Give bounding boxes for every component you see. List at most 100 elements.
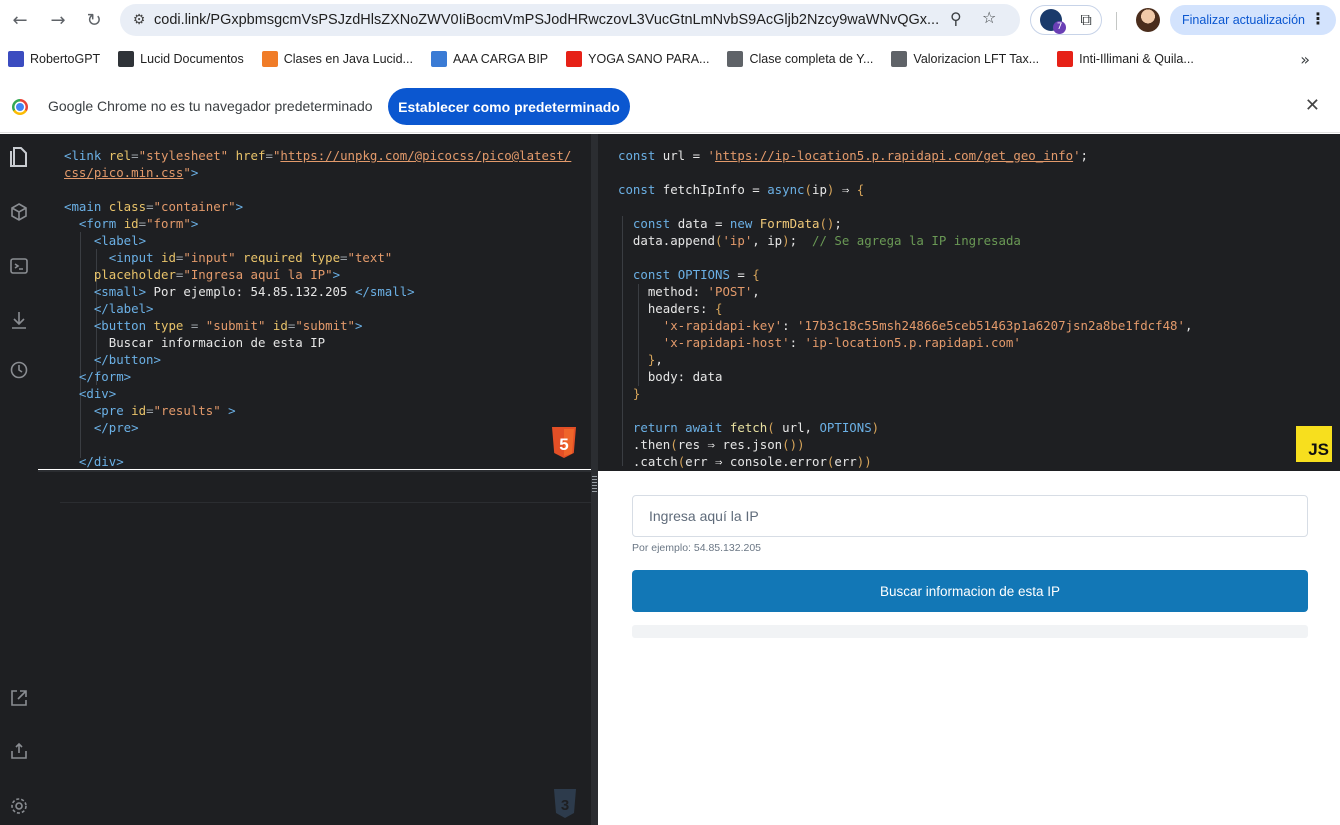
code-token: = bbox=[146, 199, 154, 214]
code-line[interactable]: <small> Por ejemplo: 54.85.132.205 </sma… bbox=[64, 283, 571, 300]
code-line[interactable]: </button> bbox=[64, 351, 571, 368]
code-line[interactable] bbox=[618, 402, 1192, 419]
bookmark-star-icon[interactable]: ☆ bbox=[982, 8, 996, 27]
code-token: err bbox=[685, 454, 715, 469]
set-default-button[interactable]: Establecer como predeterminado bbox=[388, 88, 630, 125]
code-line[interactable]: body: data bbox=[618, 368, 1192, 385]
code-token: "results" bbox=[153, 403, 221, 418]
bookmark-item[interactable]: YOGA SANO PARA... bbox=[566, 51, 709, 67]
bookmark-item[interactable]: Clase completa de Y... bbox=[727, 51, 873, 67]
code-token: new bbox=[729, 216, 760, 231]
code-token: = bbox=[340, 250, 348, 265]
code-line[interactable]: 'x-rapidapi-host': 'ip-location5.p.rapid… bbox=[618, 334, 1192, 351]
package-icon[interactable] bbox=[7, 202, 31, 226]
code-line[interactable]: <label> bbox=[64, 232, 571, 249]
bookmark-item[interactable]: Lucid Documentos bbox=[118, 51, 244, 67]
code-line[interactable]: <input id="input" required type="text" bbox=[64, 249, 571, 266]
file-icon[interactable] bbox=[7, 146, 31, 170]
code-line[interactable]: .catch(err ⇒ console.error(err)) bbox=[618, 453, 1192, 470]
bookmark-item[interactable]: Inti-Illimani & Quila... bbox=[1057, 51, 1194, 67]
bip-icon bbox=[430, 51, 447, 67]
back-button[interactable]: ← bbox=[6, 6, 34, 34]
code-line[interactable] bbox=[618, 164, 1192, 181]
code-line[interactable]: placeholder="Ingresa aquí la IP"> bbox=[64, 266, 571, 283]
extension-icon[interactable]: 7 bbox=[1040, 9, 1067, 34]
code-line[interactable]: const data = new FormData(); bbox=[618, 215, 1192, 232]
code-line[interactable]: const fetchIpInfo = async(ip) ⇒ { bbox=[618, 181, 1192, 198]
code-token: = bbox=[692, 148, 708, 163]
code-token: method: bbox=[647, 284, 708, 299]
html5-icon: 5 bbox=[552, 427, 576, 458]
code-line[interactable]: <main class="container"> bbox=[64, 198, 571, 215]
url-text[interactable]: codi.link/PGxpbmsgcmVsPSJzdHlsZXNoZWV0Ii… bbox=[154, 12, 954, 28]
js-code[interactable]: const url = 'https://ip-location5.p.rapi… bbox=[618, 147, 1192, 470]
update-button[interactable]: Finalizar actualización ⋮ bbox=[1170, 5, 1336, 35]
bookmark-item[interactable]: AAA CARGA BIP bbox=[430, 51, 548, 67]
code-line[interactable] bbox=[618, 198, 1192, 215]
html-editor[interactable]: <link rel="stylesheet" href="https://unp… bbox=[38, 134, 591, 469]
code-line[interactable]: return await fetch( url, OPTIONS) bbox=[618, 419, 1192, 436]
js-editor[interactable]: const url = 'https://ip-location5.p.rapi… bbox=[598, 134, 1340, 471]
splitter-grip[interactable] bbox=[592, 476, 597, 494]
ip-input[interactable]: Ingresa aquí la IP bbox=[632, 495, 1308, 537]
bookmark-item[interactable]: Valorizacion LFT Tax... bbox=[891, 51, 1039, 67]
globe-icon bbox=[727, 51, 744, 67]
code-line[interactable]: headers: { bbox=[618, 300, 1192, 317]
code-line[interactable] bbox=[618, 249, 1192, 266]
code-token: <div> bbox=[78, 386, 117, 401]
code-token: const bbox=[632, 216, 678, 231]
code-line[interactable]: <button type = "submit" id="submit"> bbox=[64, 317, 571, 334]
code-line[interactable] bbox=[64, 436, 571, 453]
avatar[interactable] bbox=[1136, 8, 1160, 32]
puzzle-icon[interactable]: ⧉ bbox=[1080, 10, 1091, 30]
code-line[interactable]: </div> bbox=[64, 453, 571, 469]
download-icon[interactable] bbox=[7, 310, 31, 334]
code-line[interactable]: </label> bbox=[64, 300, 571, 317]
open-external-icon[interactable] bbox=[7, 688, 31, 712]
close-icon[interactable]: ✕ bbox=[1305, 95, 1320, 116]
code-line[interactable]: <pre id="results" > bbox=[64, 402, 571, 419]
bookmark-item[interactable]: RobertoGPT bbox=[8, 51, 100, 67]
code-line[interactable]: } bbox=[618, 385, 1192, 402]
share-icon[interactable] bbox=[7, 741, 31, 765]
code-line[interactable]: data.append('ip', ip); // Se agrega la I… bbox=[618, 232, 1192, 249]
code-line[interactable]: <div> bbox=[64, 385, 571, 402]
code-line[interactable]: </pre> bbox=[64, 419, 571, 436]
search-ip-button[interactable]: Buscar informacion de esta IP bbox=[632, 570, 1308, 612]
history-icon[interactable] bbox=[7, 360, 31, 384]
bookmark-item[interactable]: Clases en Java Lucid... bbox=[261, 51, 413, 67]
reload-button[interactable]: ↻ bbox=[80, 6, 108, 34]
code-line[interactable]: const OPTIONS = { bbox=[618, 266, 1192, 283]
zoom-icon[interactable]: ⚲ bbox=[950, 9, 962, 28]
settings-icon[interactable] bbox=[7, 796, 31, 820]
more-bookmarks-icon[interactable]: » bbox=[1300, 50, 1310, 69]
code-line[interactable]: 'x-rapidapi-key': '17b3c18c55msh24866e5c… bbox=[618, 317, 1193, 334]
code-line[interactable]: css/pico.min.css"> bbox=[64, 164, 571, 181]
css-editor[interactable] bbox=[38, 470, 591, 825]
css3-icon: 3 bbox=[554, 789, 576, 818]
code-line[interactable]: const url = 'https://ip-location5.p.rapi… bbox=[618, 147, 1192, 164]
forward-button[interactable]: → bbox=[44, 6, 72, 34]
code-line[interactable]: <link rel="stylesheet" href="https://unp… bbox=[64, 147, 571, 164]
code-line[interactable] bbox=[64, 181, 571, 198]
site-settings-icon[interactable]: ⚙ bbox=[124, 12, 154, 28]
console-icon[interactable] bbox=[7, 256, 31, 280]
vertical-splitter[interactable] bbox=[591, 134, 598, 825]
code-token: </label> bbox=[93, 301, 154, 316]
code-token: data.append bbox=[632, 233, 715, 248]
code-line[interactable]: method: 'POST', bbox=[618, 283, 1192, 300]
code-line[interactable]: }, bbox=[618, 351, 1192, 368]
code-line[interactable]: .then(res ⇒ res.json()) bbox=[618, 436, 1192, 453]
code-line[interactable]: <form id="form"> bbox=[64, 215, 571, 232]
menu-icon[interactable]: ⋮ bbox=[1310, 9, 1326, 28]
code-line[interactable]: </form> bbox=[64, 368, 571, 385]
code-token: = bbox=[146, 403, 154, 418]
address-bar[interactable]: ⚙ codi.link/PGxpbmsgcmVsPSJzdHlsZXNoZWV0… bbox=[120, 4, 1020, 36]
html-code[interactable]: <link rel="stylesheet" href="https://unp… bbox=[64, 147, 571, 469]
code-line[interactable]: Buscar informacion de esta IP bbox=[64, 334, 571, 351]
